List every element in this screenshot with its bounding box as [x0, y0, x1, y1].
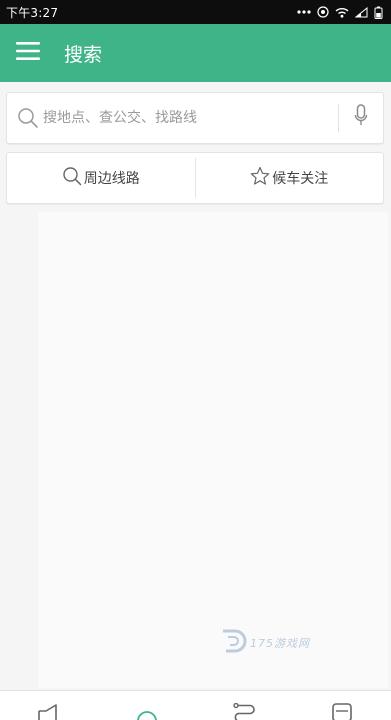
nearby-routes-button[interactable]: 周边线路	[7, 153, 195, 203]
watermark-logo-icon	[220, 628, 248, 658]
status-bar: 下午3:27	[0, 0, 391, 24]
voice-search-button[interactable]	[339, 93, 383, 143]
battery-icon	[374, 6, 383, 19]
stop-watch-label: 候车关注	[272, 171, 329, 187]
nav-announcements[interactable]	[24, 691, 74, 720]
wifi-icon	[335, 7, 349, 18]
watermark-text: 175游戏网	[250, 637, 310, 650]
star-icon	[250, 166, 270, 190]
megaphone-icon	[36, 703, 62, 720]
search-icon	[135, 703, 159, 720]
search-input[interactable]	[39, 93, 338, 143]
search-bar	[6, 92, 384, 144]
watermark: 175游戏网	[220, 628, 310, 658]
status-icons	[297, 6, 383, 19]
app-screen: 下午3:27 搜索 搜地点、查公交、找路线 周边线路 候车关注 175游戏网	[0, 0, 391, 720]
route-icon	[232, 702, 256, 720]
dots-icon	[297, 10, 311, 14]
nearby-routes-label: 周边线路	[83, 171, 140, 187]
stop-watch-button[interactable]: 候车关注	[196, 153, 384, 203]
microphone-icon	[354, 104, 368, 132]
bottom-nav	[0, 690, 391, 720]
hotspot-icon	[317, 6, 329, 18]
nav-bus[interactable]	[317, 691, 367, 720]
search-icon	[62, 166, 82, 190]
quick-actions: 周边线路 候车关注	[6, 152, 384, 204]
bus-icon	[331, 703, 353, 720]
search-icon	[17, 107, 39, 129]
menu-button[interactable]	[0, 24, 56, 82]
content-panel	[38, 212, 388, 688]
content-area	[0, 212, 391, 688]
page-title: 搜索	[64, 43, 103, 66]
status-time: 下午3:27	[6, 5, 59, 20]
nav-search[interactable]	[122, 691, 172, 720]
nav-route[interactable]	[219, 691, 269, 720]
app-bar: 搜索	[0, 24, 391, 82]
signal-icon	[355, 6, 368, 18]
hamburger-menu-icon	[16, 42, 40, 64]
